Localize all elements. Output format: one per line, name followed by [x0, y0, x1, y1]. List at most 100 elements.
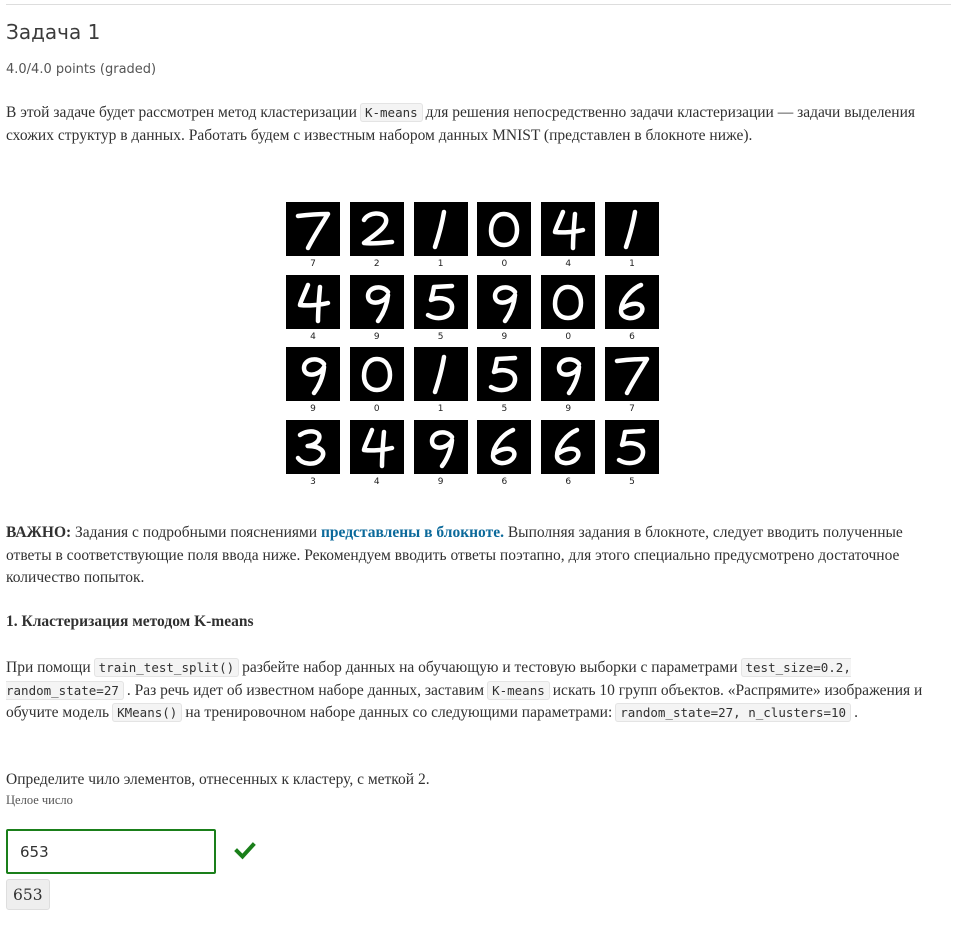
- digit-label: 5: [437, 331, 444, 342]
- inline-code: K-means: [359, 103, 423, 122]
- digit-sample: 9: [541, 347, 596, 415]
- digit-label: 6: [629, 331, 635, 342]
- digit-label: 6: [501, 476, 508, 487]
- important-label: ВАЖНО:: [6, 524, 72, 541]
- digit-sample: 9: [349, 274, 404, 342]
- digit-label: 2: [373, 259, 380, 269]
- digit-sample: 1: [605, 202, 659, 269]
- digit-sample: 0: [349, 347, 404, 415]
- notebook-link[interactable]: представлены в блокноте.: [321, 524, 504, 541]
- digit-image: [477, 202, 532, 256]
- problem-page: Задача 1 4.0/4.0 points (graded) В этой …: [0, 0, 973, 934]
- digit-label: 1: [437, 259, 444, 269]
- digit-image: [605, 419, 659, 474]
- digit-image: [349, 347, 404, 402]
- digit-label: 6: [565, 476, 572, 487]
- problem-title: Задача 1: [6, 20, 101, 44]
- digit-sample: 4: [286, 274, 340, 342]
- checkmark-icon: [234, 842, 256, 860]
- problem-score: 4.0/4.0 points (graded): [6, 62, 157, 77]
- section-heading: 1. Кластеризация методом K-means: [6, 613, 254, 630]
- digit-label: 9: [437, 476, 444, 487]
- submitted-answer: 653: [6, 879, 50, 910]
- digit-image: [541, 274, 596, 329]
- digit-sample: 9: [413, 419, 468, 487]
- instructions-text: на тренировочном наборе данных со следую…: [185, 704, 613, 721]
- digit-image: [605, 202, 659, 256]
- digit-image: [349, 419, 404, 474]
- digit-sample: 1: [413, 202, 468, 269]
- digit-label: 4: [373, 476, 380, 487]
- digit-image: [477, 347, 532, 402]
- digit-image: [477, 419, 532, 474]
- digit-label: 3: [310, 476, 316, 487]
- digit-label: 4: [310, 331, 316, 342]
- question-text: Определите чило элементов, отнесенных к …: [6, 771, 430, 788]
- digit-image: [413, 202, 468, 256]
- answer-format-hint: Целое число: [6, 793, 73, 807]
- digit-image: [541, 202, 596, 256]
- digit-image: [605, 347, 659, 402]
- digit-label: 0: [501, 259, 508, 269]
- inline-code: KMeans(): [112, 703, 183, 722]
- instructions-text: .: [854, 704, 858, 721]
- inline-code: random_state=27, n_clusters=10: [615, 703, 852, 722]
- digit-sample: 5: [477, 347, 532, 415]
- digit-image: [541, 347, 596, 402]
- digit-sample: 4: [349, 419, 404, 487]
- intro-text: В этой задаче будет рассмотрен метод кла…: [6, 104, 357, 121]
- inline-code: K-means: [487, 680, 550, 700]
- inline-code: train_test_split(): [93, 658, 240, 677]
- digit-image: [286, 274, 340, 329]
- digit-sample: 6: [541, 419, 596, 487]
- digit-image: [286, 347, 340, 402]
- answer-input[interactable]: [6, 829, 216, 874]
- digit-label: 9: [501, 331, 508, 342]
- digit-image: [286, 419, 340, 474]
- digit-sample: 9: [286, 347, 340, 414]
- divider: [6, 4, 951, 5]
- digit-sample: 3: [286, 419, 340, 487]
- instructions-paragraph: При помощи train_test_split() разбейте наб…: [6, 657, 951, 725]
- digit-label: 0: [565, 331, 572, 342]
- digit-image: [413, 419, 468, 474]
- digit-image: [605, 274, 659, 329]
- digit-image: [541, 419, 596, 474]
- digit-label: 9: [310, 404, 316, 415]
- digit-label: 4: [565, 259, 572, 269]
- digit-sample: 7: [286, 202, 340, 269]
- important-text: Задания с подробными пояснениями: [75, 524, 318, 541]
- digit-label: 9: [565, 404, 572, 415]
- digit-sample: 6: [605, 274, 659, 342]
- digit-sample: 0: [541, 274, 596, 342]
- digit-label: 9: [373, 331, 380, 342]
- digit-sample: 2: [349, 202, 404, 269]
- digit-image: [349, 202, 404, 256]
- mnist-figure: 7 2 1 0 4 1 4 9 5 9 0 6 9 0 1 5 9 7 3 4 9 6 6 5: [280, 197, 670, 497]
- digit-sample: 5: [413, 274, 468, 342]
- digit-sample: 6: [477, 419, 532, 487]
- digit-label: 1: [629, 259, 635, 269]
- digit-sample: 7: [605, 347, 659, 414]
- digit-sample: 5: [605, 419, 659, 487]
- digit-sample: 0: [477, 202, 532, 269]
- digit-image: [413, 347, 468, 402]
- instructions-text: . Раз речь идет об известном наборе данн…: [126, 681, 485, 699]
- instructions-text: разбейте набор данных на обучающую и тес…: [242, 659, 738, 676]
- digit-image: [477, 274, 532, 329]
- important-paragraph: ВАЖНО: Задания с подробными пояснениями …: [6, 522, 951, 590]
- instructions-text: При помощи: [6, 659, 91, 676]
- intro-paragraph: В этой задаче будет рассмотрен метод кла…: [6, 102, 951, 147]
- digit-label: 1: [437, 404, 444, 415]
- digit-sample: 4: [541, 202, 596, 269]
- digit-image: [286, 202, 340, 256]
- digit-sample: 9: [477, 274, 532, 342]
- digit-label: 7: [629, 404, 635, 415]
- digit-label: 0: [373, 404, 380, 415]
- digit-label: 5: [629, 476, 635, 487]
- digit-image: [349, 274, 404, 329]
- digit-label: 7: [310, 259, 316, 269]
- digit-image: [413, 274, 468, 329]
- digit-label: 5: [501, 404, 508, 415]
- digit-sample: 1: [413, 347, 468, 415]
